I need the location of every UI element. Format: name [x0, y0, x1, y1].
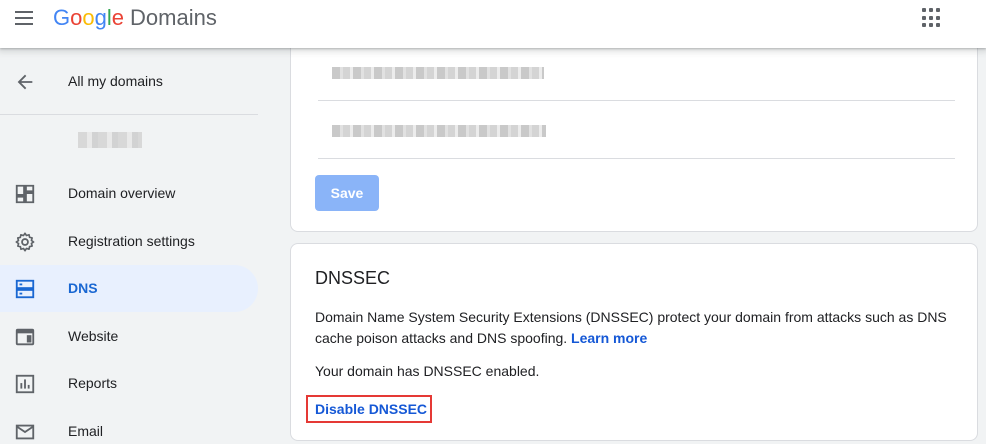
redacted-field-row[interactable] — [318, 101, 955, 159]
sidebar: All my domains Domain overview Registrat… — [0, 48, 270, 444]
redacted-domain-name — [78, 132, 142, 148]
dashboard-icon — [15, 184, 35, 204]
dnssec-title: DNSSEC — [315, 268, 391, 288]
mail-icon — [15, 424, 35, 440]
redacted-value — [332, 125, 546, 137]
website-icon — [15, 328, 35, 346]
disable-dnssec-link[interactable]: Disable DNSSEC — [315, 401, 427, 417]
dnssec-card: DNSSEC Domain Name System Security Exten… — [290, 243, 978, 441]
dnssec-status: Your domain has DNSSEC enabled. — [315, 363, 540, 379]
dns-icon — [15, 279, 35, 299]
sidebar-item-reports[interactable]: Reports — [0, 360, 258, 407]
top-app-bar: Google Domains — [0, 0, 986, 48]
sidebar-item-email[interactable]: Email — [0, 408, 258, 444]
dnssec-description: Domain Name System Security Extensions (… — [315, 309, 947, 346]
learn-more-link[interactable]: Learn more — [571, 330, 647, 346]
redacted-value — [332, 67, 544, 79]
arrow-back-icon — [17, 74, 33, 90]
sidebar-item-dns[interactable]: DNS — [0, 265, 258, 312]
gear-icon — [15, 232, 35, 252]
dns-settings-card: Save — [290, 38, 978, 232]
sidebar-divider — [0, 114, 258, 115]
sidebar-item-registration-settings[interactable]: Registration settings — [0, 218, 258, 265]
google-domains-logo[interactable]: Google Domains — [53, 4, 217, 32]
back-label: All my domains — [68, 73, 163, 89]
product-name: Domains — [130, 5, 217, 30]
menu-icon[interactable] — [12, 6, 36, 30]
bar-chart-icon — [15, 374, 35, 394]
sidebar-item-website[interactable]: Website — [0, 313, 258, 360]
redacted-field-row[interactable] — [318, 43, 955, 101]
save-button[interactable]: Save — [315, 175, 379, 211]
back-to-all-domains[interactable]: All my domains — [0, 58, 258, 106]
apps-grid-icon[interactable] — [922, 8, 942, 28]
sidebar-item-domain-overview[interactable]: Domain overview — [0, 170, 258, 217]
